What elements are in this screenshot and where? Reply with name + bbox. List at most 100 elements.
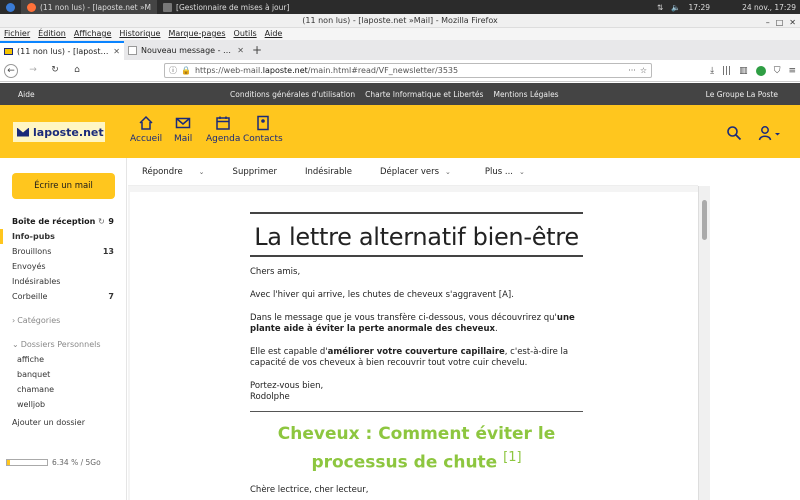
taskbar-item-updates[interactable]: [Gestionnaire de mises à jour] — [157, 0, 295, 14]
back-icon[interactable]: ← — [4, 63, 18, 78]
title-rule-bottom — [250, 255, 583, 257]
paragraph-2: Dans le message que je vous transfère ci… — [250, 313, 583, 335]
info-icon[interactable]: ⓘ — [169, 65, 177, 76]
aide-link[interactable]: Aide — [18, 90, 35, 99]
article-greeting: Chère lectrice, cher lecteur, — [250, 484, 369, 495]
subfolder-welljob[interactable]: welljob — [0, 397, 127, 412]
forward-icon[interactable]: → — [26, 64, 40, 78]
taskbar-item-label: (11 non lus) - [laposte.net »M — [40, 2, 152, 12]
laposte-logo[interactable]: laposte.net — [13, 122, 105, 142]
menu-aide[interactable]: Aide — [265, 28, 283, 40]
chevron-down-icon: ⌄ — [519, 167, 525, 176]
menu-historique[interactable]: Historique — [119, 28, 160, 40]
url-domain: laposte.net — [262, 66, 308, 75]
hamburger-menu-icon[interactable]: ≡ — [788, 66, 796, 76]
home-icon[interactable]: ⌂ — [70, 64, 84, 78]
chevron-down-icon[interactable]: ⌄ — [199, 168, 205, 176]
nav-contacts[interactable]: Contacts — [243, 115, 283, 144]
nav-accueil-label: Accueil — [130, 134, 163, 144]
network-icon[interactable]: ⇅ — [657, 3, 663, 12]
refresh-icon[interactable]: ↻ — [98, 217, 105, 226]
volume-icon[interactable]: 🔈 — [671, 3, 680, 12]
mentions-link[interactable]: Mentions Légales — [493, 90, 558, 99]
extension-icon[interactable] — [755, 65, 766, 76]
subfolder-chamane[interactable]: chamane — [0, 382, 127, 397]
bookmark-star-icon[interactable]: ☆ — [640, 66, 647, 75]
menu-affichage[interactable]: Affichage — [74, 28, 112, 40]
storage-quota: 6.34 % / 5Go — [6, 458, 101, 467]
reply-label: Répondre — [142, 166, 183, 177]
menu-edition[interactable]: Édition — [38, 28, 66, 40]
folder-envoyes[interactable]: Envoyés — [0, 259, 127, 274]
library-icon[interactable]: ||| — [722, 66, 731, 76]
mail-icon — [175, 117, 191, 129]
more-label: Plus ... — [484, 166, 514, 177]
folder-info-pubs[interactable]: Info-pubs — [0, 229, 127, 244]
cgu-link[interactable]: Conditions générales d'utilisation — [230, 90, 355, 99]
close-tab-icon[interactable]: ✕ — [113, 47, 120, 56]
laposte-favicon-icon — [4, 48, 13, 55]
subfolder-affiche[interactable]: affiche — [0, 352, 127, 367]
close-tab-icon[interactable]: ✕ — [237, 46, 244, 55]
reload-icon[interactable]: ↻ — [48, 64, 62, 78]
shield-icon[interactable]: ⛉ — [774, 66, 781, 76]
categories-label: Catégories — [17, 316, 61, 325]
tab-laposte[interactable]: (11 non lus) - [laposte.net »M ✕ — [0, 41, 124, 60]
lock-icon[interactable]: 🔒 — [181, 66, 191, 75]
folder-list: Boîte de réception ↻ 9 Info-pubs Brouill… — [0, 214, 127, 430]
message-scrollbar[interactable] — [698, 186, 710, 500]
compose-button[interactable]: Écrire un mail — [12, 173, 115, 199]
personal-folders-label: Dossiers Personnels — [20, 340, 101, 349]
site-header: laposte.net Accueil Mail Agenda Contacts — [0, 105, 800, 158]
more-actions-icon[interactable]: ··· — [628, 66, 636, 75]
folder-inbox-label: Boîte de réception — [12, 217, 96, 226]
message-toolbar: Répondre ⌄ Supprimer Indésirable Déplace… — [128, 158, 698, 186]
tab-nouveau-message[interactable]: Nouveau message - CanalBle ✕ — [124, 41, 248, 60]
new-tab-button[interactable]: + — [248, 41, 266, 60]
sidebar-toggle-icon[interactable]: ▥ — [739, 66, 748, 76]
menu-fichier[interactable]: Fichier — [4, 28, 30, 40]
more-button[interactable]: Plus ... ⌄ — [471, 167, 539, 177]
headline-ref[interactable]: [1] — [503, 450, 521, 465]
spam-label: Indésirable — [304, 166, 352, 177]
nav-mail[interactable]: Mail — [174, 115, 192, 144]
subfolder-banquet[interactable]: banquet — [0, 367, 127, 382]
folder-label: Boîte de réception ↻ — [12, 217, 105, 226]
folder-inbox[interactable]: Boîte de réception ↻ 9 — [0, 214, 127, 229]
scrollbar-thumb[interactable] — [702, 200, 707, 240]
menu-outils[interactable]: Outils — [234, 28, 257, 40]
chevron-down-icon: ⌄ — [445, 167, 451, 176]
download-icon[interactable]: ⤓ — [710, 66, 714, 76]
message-view: La lettre alternatif bien-être Chers ami… — [128, 186, 698, 500]
menu-marque-pages[interactable]: Marque-pages — [168, 28, 225, 40]
spam-button[interactable]: Indésirable — [291, 167, 366, 177]
move-button[interactable]: Déplacer vers ⌄ — [366, 167, 465, 177]
taskbar-menu-icon[interactable] — [0, 0, 21, 14]
user-account-icon[interactable] — [758, 125, 782, 141]
groupe-la-poste-link[interactable]: Le Groupe La Poste — [706, 90, 778, 99]
add-folder-link[interactable]: Ajouter un dossier — [0, 415, 127, 430]
search-icon[interactable] — [726, 125, 742, 141]
paragraph-1: Avec l'hiver qui arrive, les chutes de c… — [250, 290, 514, 300]
personal-folders-toggle[interactable]: ⌄ Dossiers Personnels — [0, 337, 127, 352]
nav-agenda[interactable]: Agenda — [206, 115, 240, 144]
logo-text: laposte.net — [33, 125, 104, 139]
p2-end: . — [494, 324, 498, 334]
taskbar-item-firefox[interactable]: (11 non lus) - [laposte.net »M — [21, 0, 158, 14]
tab-label: Nouveau message - CanalBle — [141, 46, 234, 55]
charte-link[interactable]: Charte Informatique et Libertés — [365, 90, 483, 99]
update-icon — [163, 2, 173, 12]
folder-brouillons[interactable]: Brouillons 13 — [0, 244, 127, 259]
navigation-bar: ← → ↻ ⌂ ⓘ 🔒 https://web-mail.laposte.net… — [0, 60, 800, 82]
folder-indesirables[interactable]: Indésirables — [0, 274, 127, 289]
categories-toggle[interactable]: › Catégories — [0, 313, 127, 328]
header-actions — [726, 125, 782, 141]
nav-accueil[interactable]: Accueil — [130, 115, 162, 144]
folder-corbeille[interactable]: Corbeille 7 — [0, 289, 127, 304]
reply-button[interactable]: Répondre ⌄ — [128, 167, 219, 177]
menu-bar: Fichier Édition Affichage Historique Mar… — [0, 28, 800, 40]
folder-count: 7 — [108, 292, 114, 301]
headline-text: Cheveux : Comment éviter le processus de… — [277, 424, 556, 473]
delete-button[interactable]: Supprimer — [219, 167, 291, 177]
url-bar[interactable]: ⓘ 🔒 https://web-mail.laposte.net/main.ht… — [164, 63, 652, 78]
